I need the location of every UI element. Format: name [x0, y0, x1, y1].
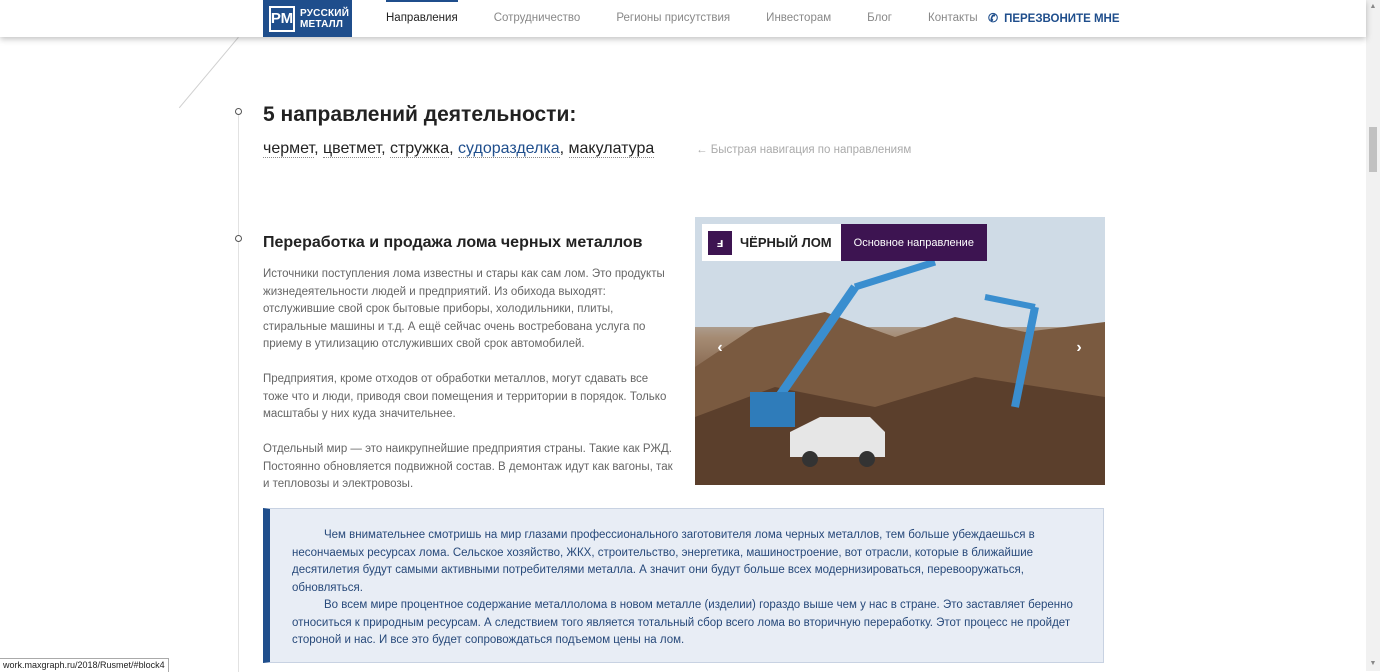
nav-item-blog[interactable]: Блог	[867, 0, 892, 37]
direction-separator: ,	[381, 140, 390, 157]
badge-tag: Основное направление	[840, 224, 987, 261]
slider-next-icon[interactable]: ›	[1070, 339, 1088, 359]
logo-line-2: МЕТАЛЛ	[300, 18, 344, 30]
timeline-line	[238, 112, 239, 672]
image-slider[interactable]: ⅎ ЧЁРНЫЙ ЛОМ Основное направление ‹ ›	[695, 217, 1105, 485]
scroll-thumb[interactable]	[1369, 127, 1377, 172]
direction-separator: ,	[449, 140, 459, 157]
logo-mark-icon: РМ	[269, 5, 295, 32]
phone-icon: ✆	[988, 11, 999, 25]
direction-link-tsvetmet[interactable]: цветмет	[322, 140, 382, 158]
timeline-diagonal	[178, 37, 239, 109]
direction-link-chermet[interactable]: чермет	[263, 140, 315, 158]
nav-item-regions[interactable]: Регионы присутствия	[616, 0, 730, 37]
main-nav: Направления Сотрудничество Регионы прису…	[386, 0, 1014, 37]
status-bar-url: work.maxgraph.ru/2018/Rusmet/#block4	[0, 658, 169, 672]
nav-item-cooperation[interactable]: Сотрудничество	[494, 0, 581, 37]
badge-title: ЧЁРНЫЙ ЛОМ	[740, 235, 832, 250]
direction-separator: ,	[314, 140, 323, 157]
section-title: 5 направлений деятельности:	[263, 103, 577, 126]
quote-block: Чем внимательнее смотришь на мир глазами…	[263, 508, 1104, 663]
nav-item-directions[interactable]: Направления	[386, 0, 458, 37]
quick-nav-hint: ← Быстрая навигация по направлениям	[696, 144, 912, 156]
scroll-up-icon[interactable]: ▲	[1366, 0, 1380, 14]
article-title: Переработка и продажа лома черных металл…	[263, 234, 643, 251]
quote-paragraph: Чем внимательнее смотришь на мир глазами…	[292, 529, 1035, 594]
logo-line-1: РУССКИЙ	[300, 7, 350, 19]
scrap-metal-icon: ⅎ	[708, 230, 732, 255]
quote-paragraph: Во всем мире процентное содержание метал…	[292, 599, 1073, 646]
callback-button[interactable]: ✆ ПЕРЕЗВОНИТЕ МНЕ	[988, 0, 1120, 37]
direction-badge: ⅎ ЧЁРНЫЙ ЛОМ Основное направление	[702, 224, 987, 261]
nav-item-contacts[interactable]: Контакты	[928, 0, 978, 37]
directions-list: чермет, цветмет, стружка, судоразделка, …	[263, 140, 655, 158]
logo[interactable]: РМ РУССКИЙ МЕТАЛЛ	[263, 0, 352, 37]
nav-item-investors[interactable]: Инвесторам	[766, 0, 831, 37]
callback-label: ПЕРЕЗВОНИТЕ МНЕ	[1004, 13, 1120, 25]
article-paragraph: Предприятия, кроме отходов от обработки …	[263, 373, 667, 420]
site-header: РМ РУССКИЙ МЕТАЛЛ Направления Сотрудниче…	[0, 0, 1366, 37]
page-scrollbar[interactable]: ▲ ▼	[1366, 0, 1380, 671]
scroll-down-icon[interactable]: ▼	[1366, 657, 1380, 671]
direction-separator: ,	[559, 140, 569, 157]
logo-text: РУССКИЙ МЕТАЛЛ	[300, 8, 349, 30]
article-paragraph: Источники поступления лома известны и ст…	[263, 268, 665, 350]
slider-prev-icon[interactable]: ‹	[711, 339, 729, 359]
article-paragraph: Отдельный мир — это наикрупнейшие предпр…	[263, 443, 673, 490]
badge-main: ⅎ ЧЁРНЫЙ ЛОМ	[702, 224, 841, 261]
direction-link-struzhka[interactable]: стружка	[389, 140, 450, 158]
direction-link-sudorazdelka[interactable]: судоразделка	[458, 140, 560, 158]
timeline-dot	[235, 235, 242, 242]
direction-link-makulatura[interactable]: макулатура	[568, 140, 655, 158]
timeline-dot	[235, 108, 242, 115]
